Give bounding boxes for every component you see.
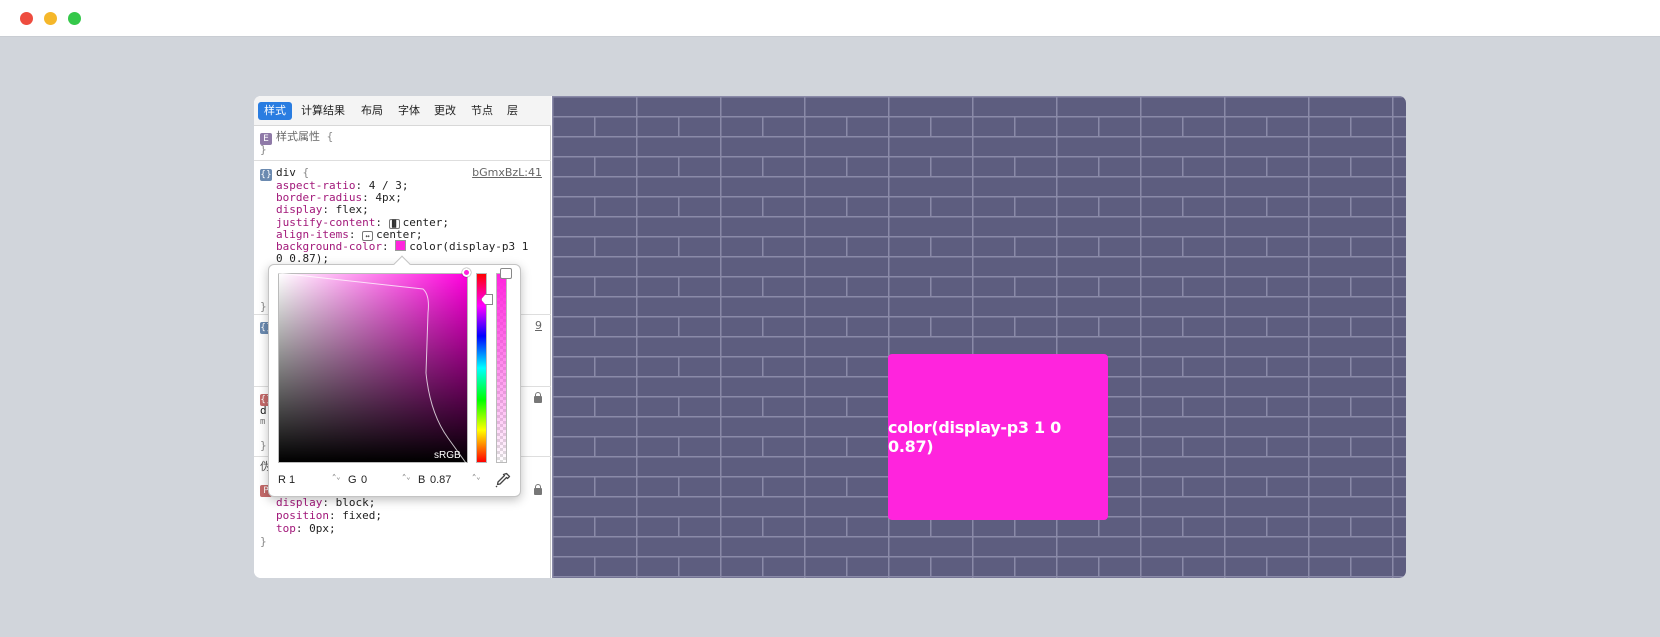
css-property-row[interactable]: top: 0px;	[276, 522, 336, 535]
div-rule-selector[interactable]: {} div {	[260, 166, 309, 181]
tab-layout[interactable]: 布局	[355, 102, 389, 120]
demo-color-box[interactable]: color(display-p3 1 0 0.87)	[888, 354, 1108, 520]
rule-source-link-partial[interactable]: 9	[535, 319, 542, 332]
partial-rule-close: }	[260, 439, 267, 452]
color-picker-popover: sRGB R 1 ⌃⌄ G 0 ⌃⌄ B 0.87 ⌃⌄	[268, 255, 521, 497]
eyedropper-icon[interactable]	[494, 471, 512, 489]
demo-color-label: color(display-p3 1 0 0.87)	[888, 418, 1061, 456]
opacity-slider-handle[interactable]	[500, 268, 512, 279]
lock-icon	[534, 392, 542, 403]
preview-canvas: color(display-p3 1 0 0.87)	[552, 96, 1406, 578]
srgb-gamut-boundary	[278, 273, 467, 463]
popover-arrow	[393, 255, 411, 273]
lock-icon	[534, 484, 542, 495]
rule-divider	[254, 160, 551, 161]
tab-font[interactable]: 字体	[392, 102, 426, 120]
close-window-button[interactable]	[20, 12, 33, 25]
style-attribute-close: }	[260, 143, 267, 156]
inspector-tabs: 样式 计算结果 布局 字体 更改 节点 层	[254, 96, 551, 126]
rule-source-link[interactable]: bGmxBzL:41	[472, 166, 542, 179]
tab-node[interactable]: 节点	[465, 102, 499, 120]
css-property-row[interactable]: display: flex;	[276, 203, 369, 216]
tab-changes[interactable]: 更改	[428, 102, 462, 120]
g-label: G	[348, 474, 357, 486]
styles-inspector-panel: 样式 计算结果 布局 字体 更改 节点 层 E 样式属性 { } {} div { …	[254, 96, 551, 578]
r-label: R	[278, 474, 286, 486]
style-attribute-selector[interactable]: E 样式属性 {	[260, 130, 333, 145]
b-stepper[interactable]: ⌃⌄	[472, 474, 480, 486]
r-value-input[interactable]: 1	[289, 472, 295, 489]
b-value-input[interactable]: 0.87	[430, 472, 451, 489]
css-property-row[interactable]: display: block;	[276, 496, 375, 509]
r-stepper[interactable]: ⌃⌄	[332, 474, 340, 486]
last-rule-close: }	[260, 535, 267, 548]
tab-styles[interactable]: 样式	[258, 102, 292, 120]
rule-badge: {}	[260, 169, 272, 181]
minimize-window-button[interactable]	[44, 12, 57, 25]
div-rule-close: }	[260, 300, 267, 313]
partial-property: m	[260, 417, 266, 427]
g-stepper[interactable]: ⌃⌄	[402, 474, 410, 486]
app-frame: 样式 计算结果 布局 字体 更改 节点 层 E 样式属性 { } {} div { …	[254, 96, 1406, 578]
opacity-slider[interactable]	[496, 273, 507, 463]
color-swatch[interactable]	[395, 240, 407, 251]
zoom-window-button[interactable]	[68, 12, 81, 25]
css-property-row[interactable]: position: fixed;	[276, 509, 382, 522]
gamut-label: sRGB	[434, 450, 461, 461]
tab-computed[interactable]: 计算结果	[295, 102, 351, 120]
tab-layers[interactable]: 层	[501, 102, 524, 120]
b-label: B	[418, 474, 426, 486]
color-field-handle[interactable]	[462, 268, 471, 277]
g-value-input[interactable]: 0	[361, 472, 367, 489]
window-titlebar	[0, 0, 1660, 37]
